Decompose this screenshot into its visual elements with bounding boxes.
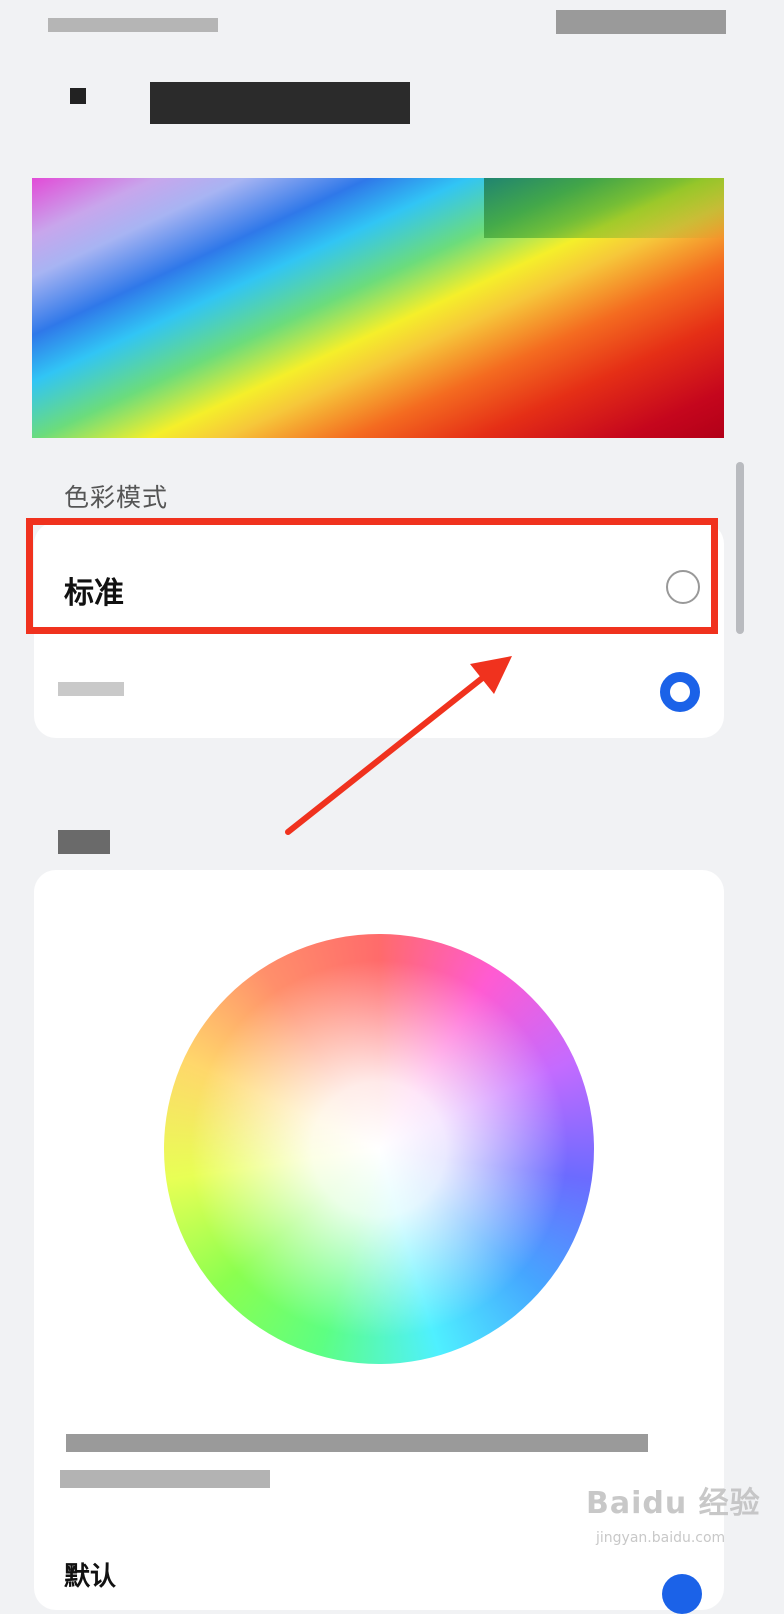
annotation-highlight-box <box>26 518 718 634</box>
status-bar-left-blur <box>48 18 218 32</box>
back-arrow-icon[interactable] <box>70 88 86 104</box>
section-title-color-mode: 色彩模式 <box>64 483 169 512</box>
option-second[interactable] <box>34 636 724 740</box>
color-mode-banner-image <box>32 178 724 438</box>
status-bar-right-blur <box>556 10 726 34</box>
page-header <box>0 70 784 140</box>
watermark-logo: Baidu 经验 <box>586 1486 761 1521</box>
radio-selected-icon[interactable] <box>662 1574 702 1614</box>
section-title-blur <box>58 830 110 854</box>
radio-selected-icon[interactable] <box>660 672 700 712</box>
description-blur-line-2 <box>60 1470 270 1488</box>
watermark-url: jingyan.baidu.com <box>596 1530 726 1546</box>
color-wheel[interactable] <box>164 934 594 1364</box>
status-bar <box>0 0 784 52</box>
description-blur-line-1 <box>66 1434 648 1452</box>
page-title-blur <box>150 82 410 124</box>
option-default-label[interactable]: 默认 <box>64 1556 116 1593</box>
option-second-label <box>58 682 124 696</box>
scrollbar[interactable] <box>736 462 744 634</box>
